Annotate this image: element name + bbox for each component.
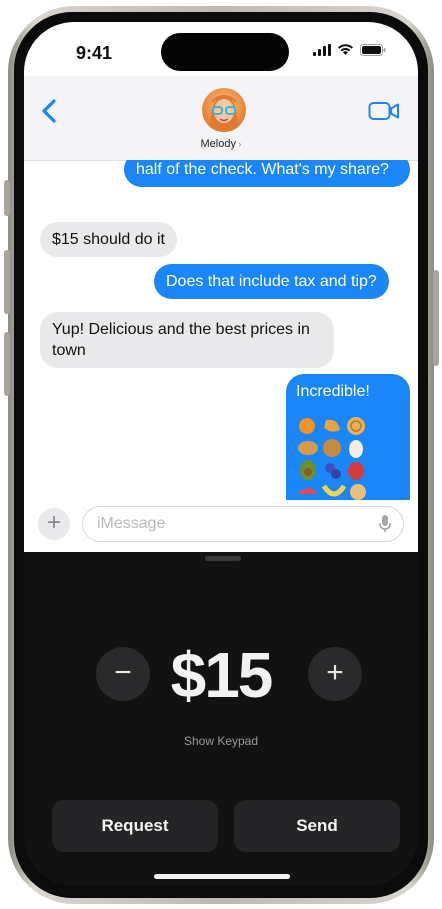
contact-name[interactable]: Melody › [24,138,418,150]
message-bubble[interactable]: Does that include tax and tip? [154,264,389,299]
video-call-icon[interactable] [368,100,400,122]
message-text: Incredible! [296,383,370,400]
contact-name-label: Melody [200,138,236,150]
message-bubble[interactable]: $15 should do it [40,222,177,257]
action-button [4,180,10,216]
message-input[interactable]: iMessage [82,506,404,542]
sheet-grabber[interactable] [205,556,241,561]
message-bubble-with-image[interactable]: Incredible! [286,374,410,500]
avatar[interactable] [202,88,246,132]
battery-icon [360,44,386,56]
show-keypad-link[interactable]: Show Keypad [24,734,418,748]
status-icons [313,44,386,56]
message-composer: + iMessage [24,500,418,552]
send-button[interactable]: Send [234,800,400,852]
status-time: 9:41 [76,43,113,63]
signal-icon [313,44,331,56]
request-button[interactable]: Request [52,800,218,852]
message-input-placeholder: iMessage [97,515,166,532]
volume-up-button [4,250,10,314]
power-button [433,270,439,366]
phone-screen: 9:41 Melody › half of the check. What's … [24,22,418,886]
wifi-icon [338,44,353,55]
message-bubble[interactable]: Yup! Delicious and the best prices in to… [40,312,334,368]
emoji-fruit-image [298,417,366,500]
increment-button[interactable]: + [308,647,362,701]
memoji-icon [210,95,238,132]
home-indicator[interactable] [154,874,290,879]
payment-amount: $15 [170,639,274,711]
conversation-header: Melody › [24,76,418,161]
status-bar: 9:41 [24,22,418,76]
message-bubble[interactable]: half of the check. What's my share? [124,160,410,187]
add-icon[interactable]: + [38,508,70,540]
decrement-button[interactable]: − [96,647,150,701]
dynamic-island [161,33,289,71]
messages-view: 9:41 Melody › half of the check. What's … [24,22,418,552]
microphone-icon[interactable] [379,515,391,533]
back-icon[interactable] [38,96,62,126]
amount-selector: − $15 + [24,632,418,716]
message-list: half of the check. What's my share? $15 … [24,160,418,500]
volume-down-button [4,332,10,396]
